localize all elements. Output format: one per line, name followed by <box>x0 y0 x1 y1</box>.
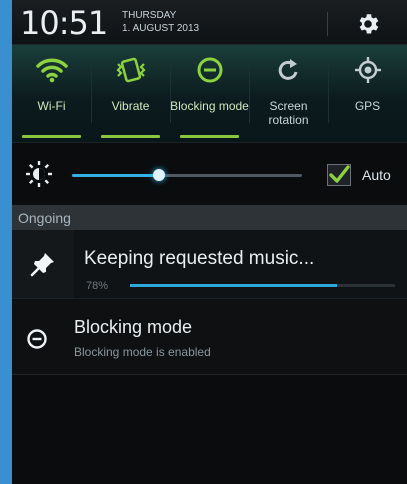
quick-toggle-gps[interactable]: GPS <box>328 45 407 143</box>
pushpin-icon <box>30 253 54 277</box>
quick-toggle-label: Screen rotation <box>268 99 309 127</box>
checkmark-icon <box>329 165 350 183</box>
notification-icon-box <box>12 230 74 298</box>
quick-toggle-vibrate[interactable]: Vibrate <box>91 45 170 143</box>
quick-toggle-wifi[interactable]: Wi-Fi <box>12 45 91 143</box>
gps-icon <box>354 57 381 83</box>
screen-rotation-icon <box>278 59 297 80</box>
quick-toggle-label: Wi-Fi <box>37 99 66 113</box>
quick-settings-bar: Wi-Fi Vibrate Blocking mode Screen rotat… <box>12 44 407 143</box>
progress-fill <box>130 284 337 287</box>
weekday-label: THURSDAY <box>122 10 177 21</box>
wifi-icon <box>35 58 68 83</box>
notification-panel: 10:51 THURSDAY 1. AUGUST 2013 Wi-Fi Vibr… <box>12 0 407 484</box>
progress-percentage: 78% <box>86 280 109 292</box>
auto-brightness-checkbox[interactable] <box>327 164 351 186</box>
date-label: 1. AUGUST 2013 <box>122 23 200 34</box>
brightness-row: Auto <box>12 142 407 203</box>
auto-brightness-label: Auto <box>362 167 391 183</box>
toggle-on-indicator <box>101 135 160 138</box>
notification-subtitle: Blocking mode is enabled <box>74 345 211 359</box>
brightness-icon <box>24 159 54 189</box>
notification-title: Blocking mode <box>74 317 193 337</box>
slider-thumb[interactable] <box>153 169 166 181</box>
notification-title: Keeping requested music... <box>84 248 315 269</box>
date-block: THURSDAY 1. AUGUST 2013 <box>122 9 199 35</box>
header-divider <box>327 12 328 36</box>
download-progress-bar <box>130 284 395 287</box>
toggle-on-indicator <box>22 135 81 138</box>
toggle-on-indicator <box>180 135 239 138</box>
quick-toggle-screen-rotation[interactable]: Screen rotation <box>249 45 328 143</box>
empty-area <box>12 375 407 484</box>
quick-toggle-label: Blocking mode <box>170 99 249 113</box>
clock-time: 10:51 <box>20 4 108 42</box>
slider-fill <box>72 174 160 177</box>
notification-header: 10:51 THURSDAY 1. AUGUST 2013 <box>12 0 407 44</box>
section-title: Ongoing <box>18 210 71 226</box>
quick-toggle-label: Vibrate <box>111 99 150 113</box>
gear-icon <box>359 14 379 34</box>
blocking-mode-icon <box>27 329 47 349</box>
ongoing-section-header: Ongoing <box>12 205 407 230</box>
music-download-notification[interactable]: Keeping requested music... 78% <box>12 230 407 299</box>
blocking-mode-notification[interactable]: Blocking mode Blocking mode is enabled <box>12 300 407 375</box>
blocking-mode-icon <box>197 57 222 83</box>
settings-button[interactable] <box>350 6 386 42</box>
brightness-slider[interactable] <box>72 169 302 181</box>
quick-toggle-blocking-mode[interactable]: Blocking mode <box>170 45 249 143</box>
quick-toggle-label: GPS <box>354 99 381 113</box>
vibrate-icon <box>115 57 146 83</box>
